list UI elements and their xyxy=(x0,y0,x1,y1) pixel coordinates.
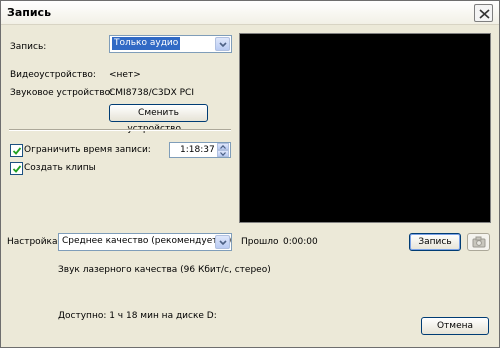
chevron-up-icon xyxy=(220,145,226,149)
checkmark-icon xyxy=(12,147,22,155)
record-mode-label: Запись: xyxy=(10,42,47,52)
record-mode-dropdown[interactable]: Только аудио xyxy=(109,35,232,53)
quality-dropdown[interactable]: Среднее качество (рекомендуется) xyxy=(58,233,232,251)
chevron-down-icon xyxy=(219,240,227,246)
create-clips-checkbox[interactable] xyxy=(10,162,23,175)
record-dialog: Запись Запись: Только аудио Видеоустройс… xyxy=(0,0,500,348)
quality-dropdown-button[interactable] xyxy=(215,235,230,249)
change-device-button[interactable]: Сменить устройство... xyxy=(109,104,208,134)
quality-description: Звук лазерного качества (96 Кбит/с, стер… xyxy=(58,265,271,275)
available-space: Доступно: 1 ч 18 мин на диске D: xyxy=(58,311,217,321)
record-mode-dropdown-button[interactable] xyxy=(215,37,230,51)
limit-time-label[interactable]: Ограничить время записи: xyxy=(24,145,151,155)
chevron-down-icon xyxy=(219,42,227,48)
settings-label: Настройка: xyxy=(7,237,61,247)
spinner-buttons xyxy=(217,143,229,157)
snapshot-button[interactable] xyxy=(467,233,490,251)
cancel-button[interactable]: Отмена xyxy=(421,317,489,335)
record-button[interactable]: Запись xyxy=(409,233,461,251)
record-mode-value: Только аудио xyxy=(112,37,181,50)
limit-time-spinner[interactable]: 1:18:37 xyxy=(169,142,231,158)
video-preview xyxy=(239,33,491,223)
separator xyxy=(9,129,231,131)
spinner-down-button[interactable] xyxy=(217,150,229,157)
limit-time-value[interactable]: 1:18:37 xyxy=(180,145,215,155)
chevron-down-icon xyxy=(220,152,226,156)
close-icon xyxy=(479,9,490,19)
checkmark-icon xyxy=(12,165,22,173)
elapsed-value: 0:00:00 xyxy=(283,237,318,247)
video-device-label: Видеоустройство: xyxy=(10,70,96,80)
title-bar[interactable]: Запись xyxy=(1,1,499,25)
quality-value: Среднее качество (рекомендуется) xyxy=(62,236,232,246)
elapsed-label: Прошло xyxy=(241,237,279,247)
audio-device-value: CMI8738/C3DX PCI xyxy=(109,88,194,98)
window-title: Запись xyxy=(7,6,52,19)
camera-icon xyxy=(472,236,486,248)
video-device-value: <нет> xyxy=(109,70,141,80)
audio-device-label: Звуковое устройство: xyxy=(10,88,114,98)
close-button[interactable] xyxy=(474,4,493,22)
limit-time-checkbox[interactable] xyxy=(10,144,23,157)
spinner-up-button[interactable] xyxy=(217,143,229,150)
create-clips-label[interactable]: Создать клипы xyxy=(24,163,96,173)
